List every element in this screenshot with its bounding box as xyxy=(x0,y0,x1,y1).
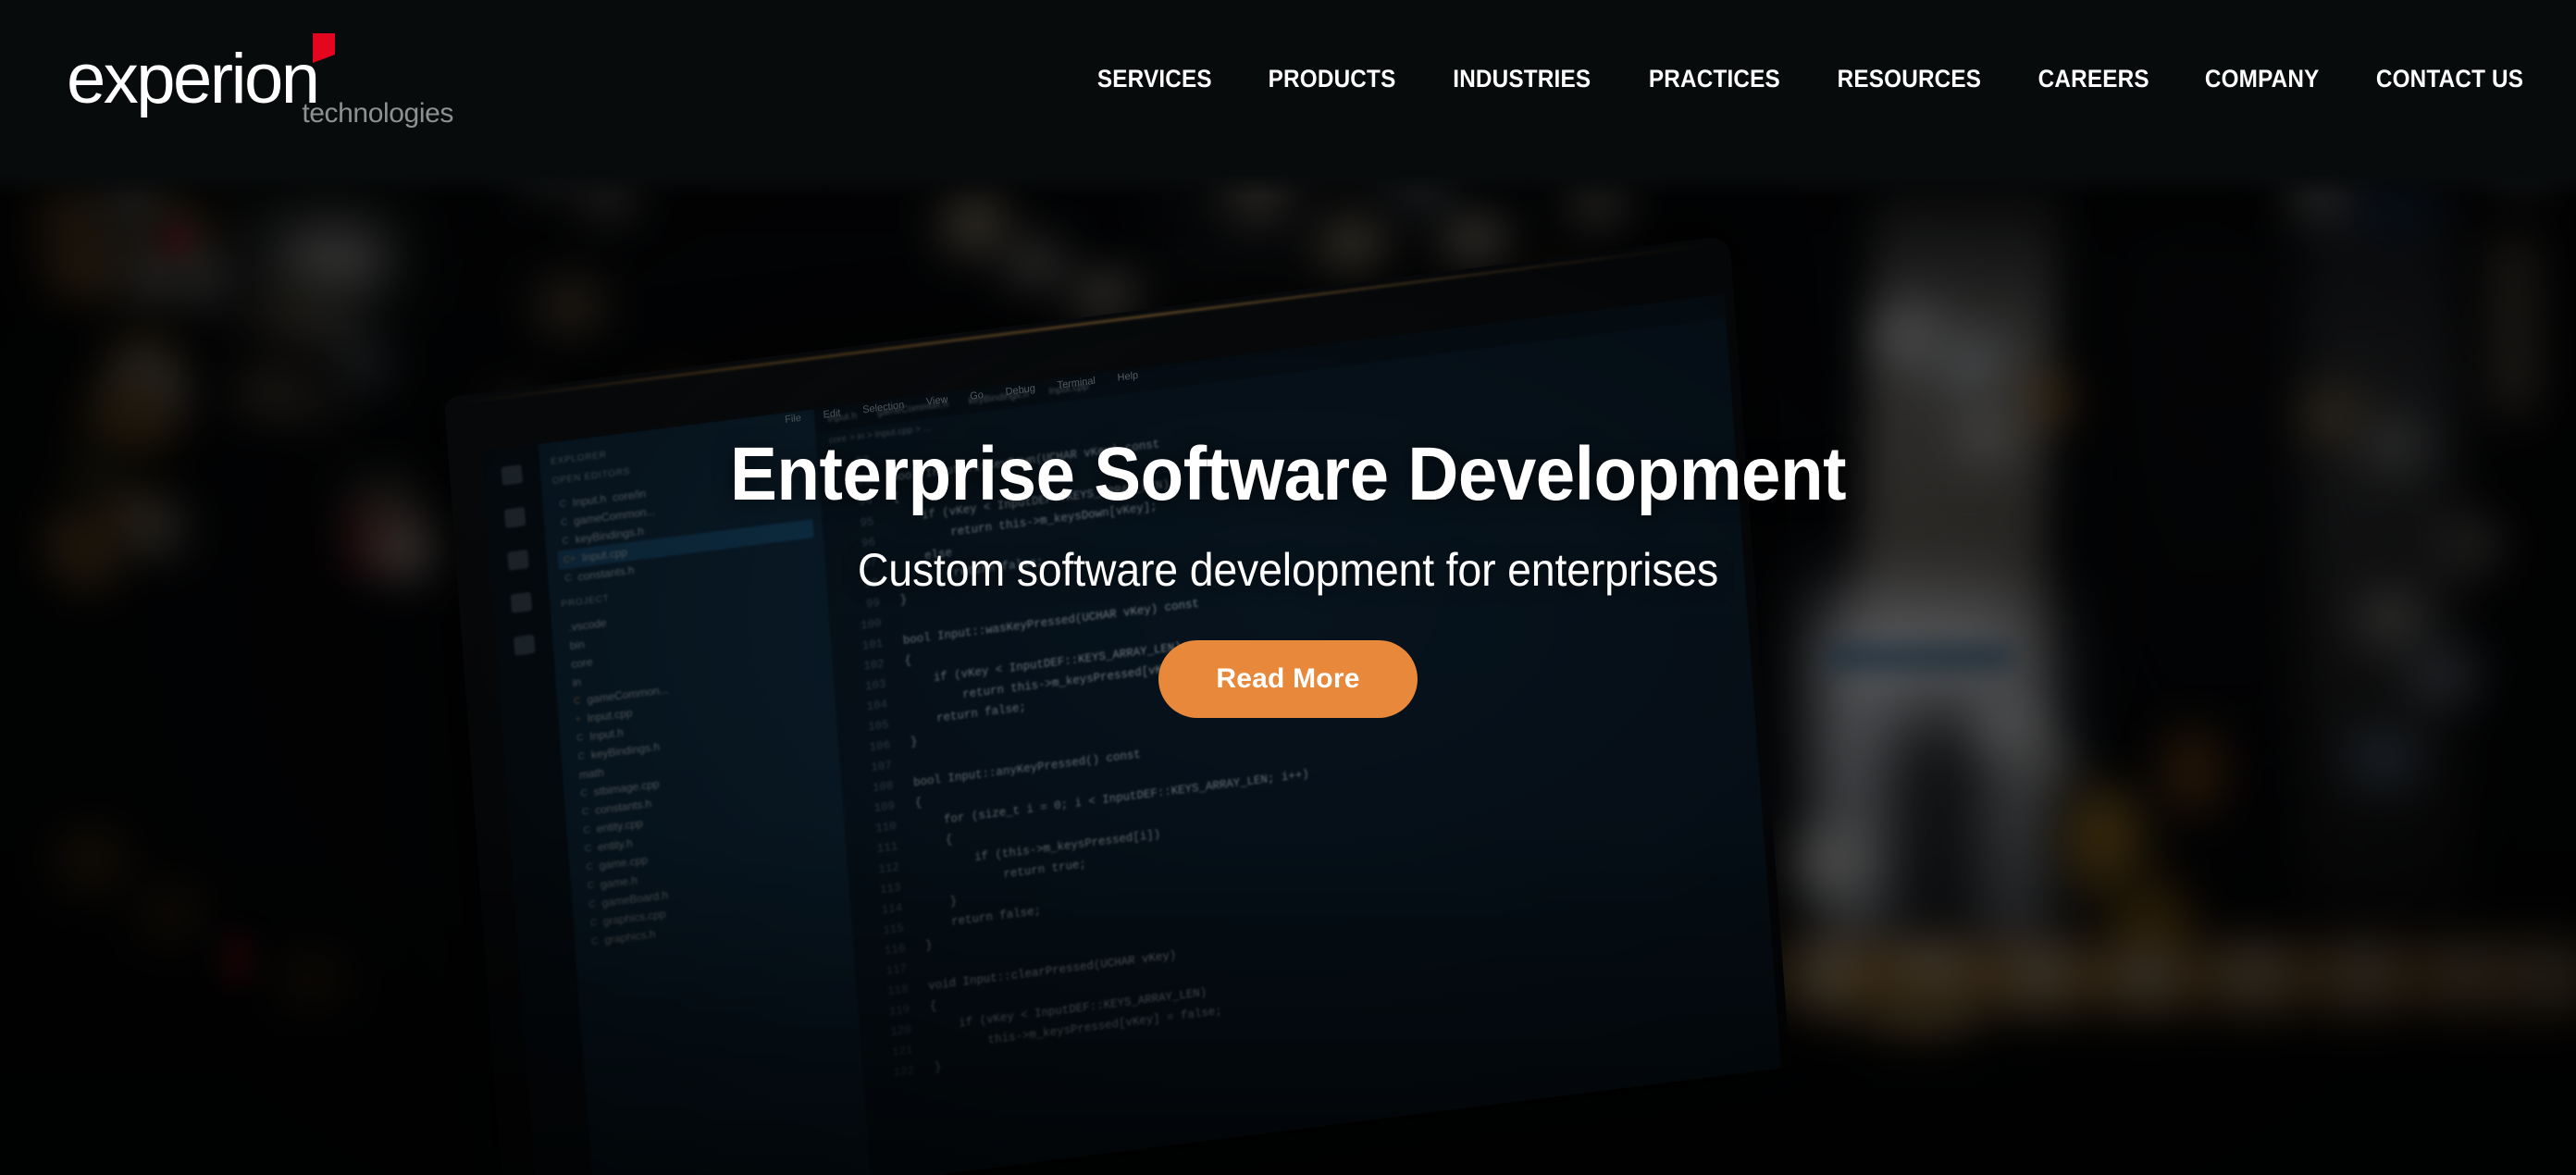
read-more-button[interactable]: Read More xyxy=(1158,639,1418,718)
page-title: Enterprise Software Development xyxy=(729,432,1847,516)
main-navigation: SERVICES PRODUCTS INDUSTRIES PRACTICES R… xyxy=(1091,65,2532,93)
brand-logo[interactable]: experion technologies xyxy=(67,33,455,137)
nav-item-contact-us[interactable]: CONTACT US xyxy=(2376,65,2523,93)
brand-name: experion xyxy=(67,40,320,118)
nav-item-practices[interactable]: PRACTICES xyxy=(1648,65,1779,93)
nav-item-industries[interactable]: INDUSTRIES xyxy=(1453,65,1591,93)
nav-item-careers[interactable]: CAREERS xyxy=(2038,65,2149,93)
nav-item-company[interactable]: COMPANY xyxy=(2204,65,2319,93)
hero-cta-wrapper: Read More xyxy=(0,639,2576,718)
hero-copy: Enterprise Software Development Custom s… xyxy=(0,432,2576,718)
hero-section: EXPLORER OPEN EDITORS CInput.hcore/in Cg… xyxy=(0,0,2576,1175)
hero-subtitle: Custom software development for enterpri… xyxy=(857,543,1719,596)
nav-item-resources[interactable]: RESOURCES xyxy=(1838,65,1982,93)
site-header: experion technologies SERVICES PRODUCTS … xyxy=(0,0,2576,196)
nav-item-products[interactable]: PRODUCTS xyxy=(1269,65,1396,93)
nav-item-services[interactable]: SERVICES xyxy=(1097,65,1212,93)
